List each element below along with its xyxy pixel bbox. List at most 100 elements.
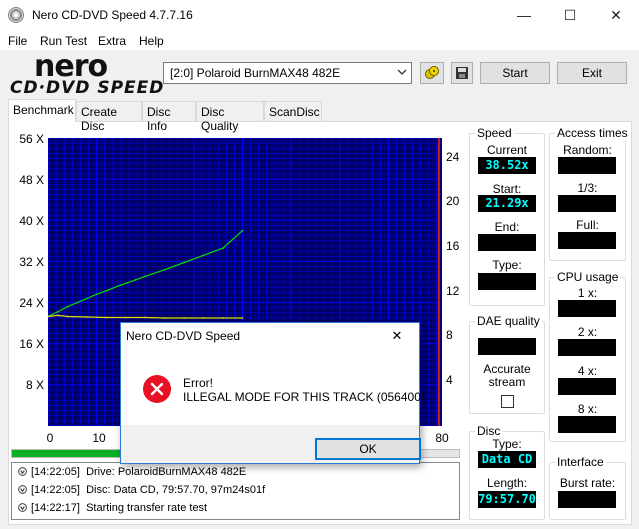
y-tick-label: 40 X xyxy=(19,214,44,228)
access-random-label: Random: xyxy=(563,143,612,157)
log-time: [14:22:05] xyxy=(31,466,80,478)
series-point xyxy=(134,279,137,281)
cd-app-icon xyxy=(8,7,24,23)
tab-disc-info[interactable]: Disc Info xyxy=(142,101,196,133)
info-arrow-icon xyxy=(18,467,27,476)
drive-select[interactable]: [2:0] Polaroid BurnMAX48 482E xyxy=(163,62,412,84)
access-random-value xyxy=(558,157,616,174)
series-point xyxy=(144,275,147,278)
disc-group-title: Disc xyxy=(475,424,503,438)
series-point xyxy=(56,314,59,317)
log-text: Starting transfer rate test xyxy=(86,502,208,514)
info-arrow-icon xyxy=(18,485,27,494)
speed-type-value xyxy=(478,273,536,290)
dialog-heading: Error! xyxy=(183,376,213,390)
tab-scandisc[interactable]: ScanDisc xyxy=(264,101,322,121)
burst-rate-label: Burst rate: xyxy=(559,476,616,490)
dae-quality-title: DAE quality xyxy=(475,314,542,328)
disc-type-label: Type: xyxy=(492,437,522,451)
series-point xyxy=(241,317,244,319)
tab-disc-quality[interactable]: Disc Quality xyxy=(196,101,264,133)
series-point xyxy=(76,301,79,304)
menu-run-test[interactable]: Run Test xyxy=(40,34,87,48)
cpu-usage-title: CPU usage xyxy=(555,270,621,284)
cpu-4x-value xyxy=(558,378,616,395)
series-point xyxy=(95,293,98,296)
window-title: Nero CD-DVD Speed 4.7.7.16 xyxy=(32,8,193,22)
disc-type-value: Data CD xyxy=(478,451,536,468)
dialog-title: Nero CD-DVD Speed xyxy=(126,329,241,343)
series-point xyxy=(124,316,127,319)
maximize-button[interactable]: ☐ xyxy=(547,0,593,30)
access-full-value xyxy=(558,232,616,249)
series-point xyxy=(105,289,108,292)
speed-start-value: 21.29x xyxy=(478,195,536,212)
series-point xyxy=(202,317,205,319)
menu-file[interactable]: File xyxy=(8,34,27,48)
disc-length-value: 79:57.70 xyxy=(478,491,536,508)
cd-dvd-speed-logo: CD·DVD SPEED xyxy=(10,78,165,98)
series-point xyxy=(66,305,69,308)
series-point xyxy=(183,261,186,264)
y2-tick-label: 24 xyxy=(446,150,460,164)
cpu-4x-label: 4 x: xyxy=(577,364,598,378)
tab-benchmark[interactable]: Benchmark xyxy=(8,99,76,122)
series-point xyxy=(86,316,88,318)
menu-help[interactable]: Help xyxy=(139,34,164,48)
y-tick-label: 16 X xyxy=(19,337,44,351)
y-tick-label: 56 X xyxy=(19,132,44,146)
access-third-value xyxy=(558,195,616,212)
save-button[interactable] xyxy=(451,62,473,84)
series-point xyxy=(202,254,205,257)
dialog-close-button[interactable]: ✕ xyxy=(375,323,419,349)
tab-create-disc[interactable]: Create Disc xyxy=(76,101,142,133)
y2-tick-label: 8 xyxy=(446,328,453,342)
menu-extra[interactable]: Extra xyxy=(98,34,126,48)
drive-select-value: [2:0] Polaroid BurnMAX48 482E xyxy=(170,66,341,80)
ok-button[interactable]: OK xyxy=(315,438,421,460)
series-point xyxy=(86,297,88,300)
list-item: [14:22:05] Disc: Data CD, 79:57.70, 97m2… xyxy=(18,484,265,500)
access-times-title: Access times xyxy=(555,126,630,140)
series-point xyxy=(56,310,59,313)
info-arrow-icon xyxy=(18,503,27,512)
eject-icon xyxy=(425,66,439,79)
series-point xyxy=(222,247,225,249)
log-text: Drive: PolaroidBurnMAX48 482E xyxy=(86,466,247,478)
close-button[interactable]: ✕ xyxy=(593,0,639,30)
y2-tick-label: 20 xyxy=(446,194,460,208)
series-point xyxy=(66,315,69,318)
log-list[interactable]: [14:22:05] Drive: PolaroidBurnMAX48 482E… xyxy=(11,462,460,520)
speed-current-label: Current xyxy=(486,143,527,157)
series-point xyxy=(144,316,147,319)
cpu-2x-value xyxy=(558,339,616,356)
list-item: [14:22:17] Starting transfer rate test xyxy=(18,502,207,518)
y2-tick-label: 12 xyxy=(446,284,460,298)
series-point xyxy=(183,317,186,319)
access-third-label: 1/3: xyxy=(577,181,598,195)
speed-group-title: Speed xyxy=(475,126,514,140)
accurate-stream-checkbox[interactable] xyxy=(501,395,514,408)
exit-button[interactable]: Exit xyxy=(557,62,627,84)
speed-start-label: Start: xyxy=(492,182,522,196)
menu-bar xyxy=(0,30,639,50)
y-tick-label: 32 X xyxy=(19,255,44,269)
chevron-down-icon xyxy=(397,69,407,75)
interface-title: Interface xyxy=(555,455,606,469)
eject-drive-button[interactable] xyxy=(420,62,444,84)
y-tick-label: 8 X xyxy=(25,378,44,392)
x-tick-label: 0 xyxy=(46,431,54,445)
cpu-1x-value xyxy=(558,300,616,317)
floppy-disk-icon xyxy=(456,67,468,79)
speed-type-label: Type: xyxy=(492,258,522,272)
start-button[interactable]: Start xyxy=(480,62,550,84)
y2-tick-label: 16 xyxy=(446,239,460,253)
series-point xyxy=(163,317,166,319)
error-icon xyxy=(143,375,171,403)
series-point xyxy=(222,317,225,319)
accurate-stream-label: Accurate stream xyxy=(483,362,531,389)
x-tick-label: 80 xyxy=(435,431,449,445)
cpu-8x-value xyxy=(558,416,616,433)
burst-rate-value xyxy=(558,491,616,508)
minimize-button[interactable]: — xyxy=(501,0,547,30)
